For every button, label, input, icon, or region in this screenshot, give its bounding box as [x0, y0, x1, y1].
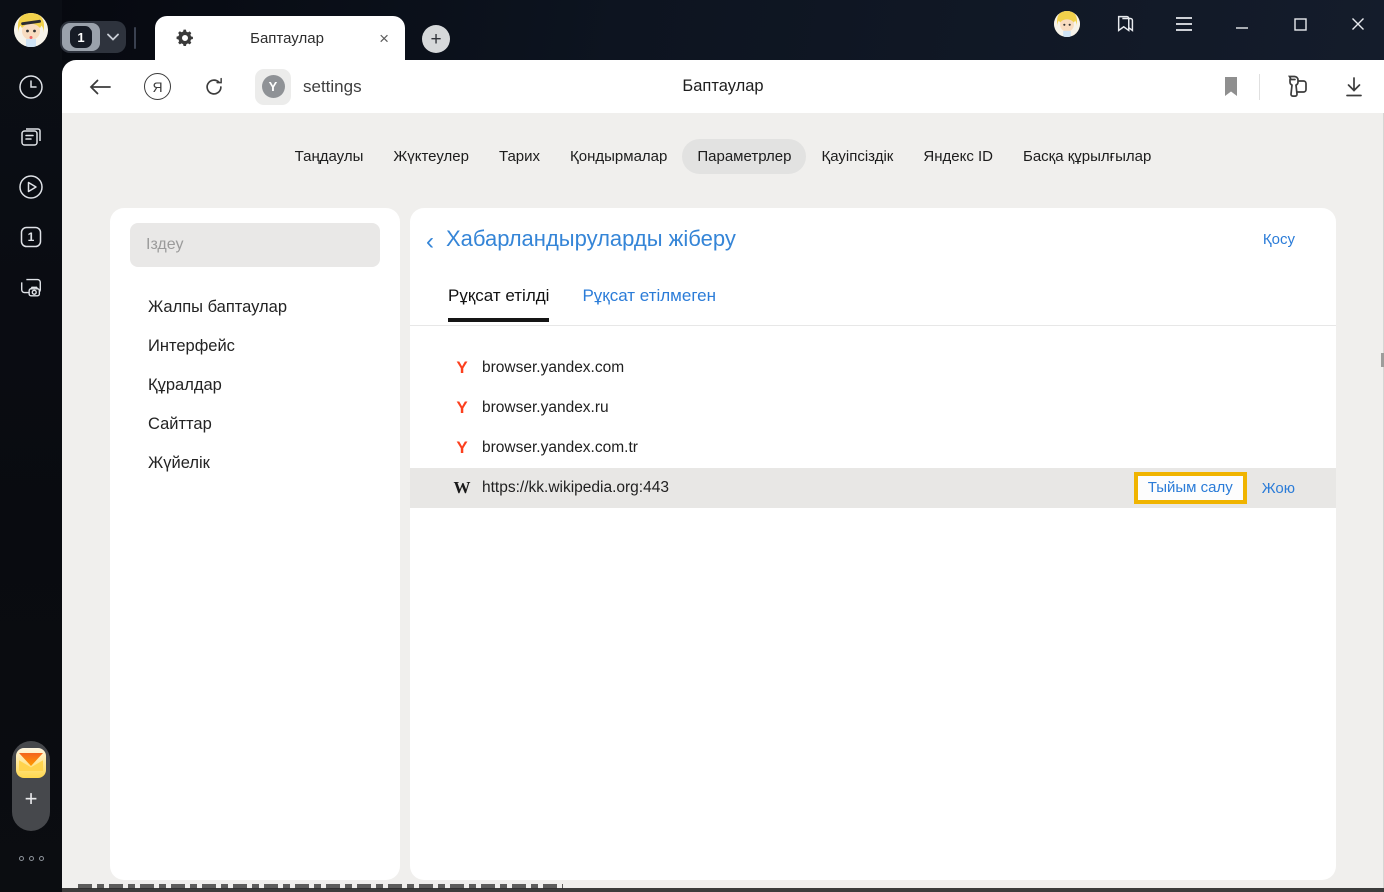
back-icon[interactable]: [88, 78, 112, 96]
notes-icon[interactable]: [18, 124, 44, 150]
background-content-sliver: [78, 884, 563, 889]
sidebar-item-interface[interactable]: Интерфейс: [110, 327, 400, 366]
yandex-favicon-icon: Y: [456, 398, 468, 417]
yandex-favicon-icon: Y: [456, 438, 468, 457]
toolbar-divider: [1259, 73, 1260, 100]
site-url: https://kk.wikipedia.org:443: [482, 479, 669, 496]
side-panel-apps: +: [12, 741, 50, 831]
highlight-box: Тыйым салу: [1133, 472, 1247, 504]
block-button[interactable]: Тыйым салу: [1148, 479, 1233, 496]
nav-tab-other-devices[interactable]: Басқа құрылғылар: [1008, 139, 1166, 174]
nav-tab-history[interactable]: Тарих: [484, 139, 555, 174]
collections-icon[interactable]: [1114, 12, 1138, 36]
sidebar-item-general[interactable]: Жалпы баптаулар: [110, 288, 400, 327]
delete-button[interactable]: Жою: [1262, 480, 1295, 497]
tab-title: Баптаулар: [250, 29, 324, 47]
new-tab-button[interactable]: +: [422, 25, 450, 53]
profile-avatar[interactable]: [14, 13, 48, 47]
address-text[interactable]: settings: [303, 77, 362, 97]
site-url: browser.yandex.ru: [482, 399, 609, 416]
more-dots-icon[interactable]: [0, 856, 62, 861]
sidebar-item-tools[interactable]: Құралдар: [110, 366, 400, 405]
table-row[interactable]: Y browser.yandex.com: [410, 348, 1336, 388]
wikipedia-favicon-icon: W: [453, 478, 471, 497]
minimize-button[interactable]: [1230, 12, 1254, 36]
tab-close-icon[interactable]: ×: [379, 30, 389, 47]
titlebar-avatar[interactable]: [1054, 11, 1080, 37]
settings-nav-tabs: Таңдаулы Жүктеулер Тарих Қондырмалар Пар…: [62, 139, 1384, 174]
site-url: browser.yandex.com: [482, 359, 625, 376]
nav-tab-security[interactable]: Қауіпсіздік: [806, 139, 908, 174]
yandex-mail-icon[interactable]: [16, 748, 46, 778]
tab-group-control[interactable]: 1: [60, 21, 126, 53]
nav-tab-settings[interactable]: Параметрлер: [682, 139, 807, 174]
notifications-settings-panel: ‹ Хабарландыруларды жіберу Қосу Рұқсат е…: [410, 208, 1336, 880]
tab-blocked[interactable]: Рұқсат етілмеген: [582, 286, 716, 322]
settings-page: Таңдаулы Жүктеулер Тарих Қондырмалар Пар…: [62, 113, 1384, 892]
site-url: browser.yandex.com.tr: [482, 439, 638, 456]
tab-group-count: 1: [77, 29, 85, 45]
refresh-icon[interactable]: [203, 76, 225, 98]
table-row-wikipedia[interactable]: W https://kk.wikipedia.org:443 Тыйым сал…: [410, 468, 1336, 508]
yandex-favicon-icon: Y: [456, 358, 468, 377]
add-panel-icon[interactable]: +: [25, 788, 38, 810]
section-title: Хабарландыруларды жіберу: [446, 226, 736, 251]
active-browser-tab[interactable]: Баптаулар ×: [155, 16, 405, 60]
chevron-down-icon[interactable]: [100, 33, 126, 41]
site-badge-icon[interactable]: Y: [255, 68, 291, 105]
yandex-logo-icon[interactable]: Я: [144, 73, 171, 100]
tab-allowed[interactable]: Рұқсат етілді: [448, 286, 550, 322]
back-chevron-icon[interactable]: ‹: [426, 227, 434, 257]
chrome-divider: [134, 27, 136, 49]
tabs-divider: [410, 325, 1336, 326]
allowed-sites-list: Y browser.yandex.com Y browser.yandex.ru…: [410, 348, 1336, 508]
download-icon[interactable]: [1344, 76, 1364, 98]
add-site-link[interactable]: Қосу: [1263, 231, 1295, 248]
browser-window: 1 Баптаулар × + Я Y settings Баптаулар Т…: [0, 0, 1384, 892]
nav-tab-favorites[interactable]: Таңдаулы: [280, 139, 379, 174]
search-input[interactable]: [130, 223, 380, 267]
address-toolbar: Я Y settings Баптаулар: [62, 60, 1384, 113]
maximize-button[interactable]: [1288, 12, 1312, 36]
history-icon[interactable]: [18, 74, 44, 100]
nav-tab-yandex-id[interactable]: Яндекс ID: [908, 139, 1008, 174]
close-button[interactable]: [1346, 12, 1370, 36]
settings-sidebar: Жалпы баптаулар Интерфейс Құралдар Сайтт…: [110, 208, 400, 880]
tab-group-count-badge: 1: [62, 23, 100, 51]
tabs-counter-icon[interactable]: 1: [18, 224, 44, 250]
sidebar-item-sites[interactable]: Сайттар: [110, 405, 400, 444]
menu-icon[interactable]: [1172, 12, 1196, 36]
player-icon[interactable]: [18, 174, 44, 200]
protect-passwords-icon[interactable]: [1280, 74, 1310, 100]
nav-tab-downloads[interactable]: Жүктеулер: [378, 139, 484, 174]
table-row[interactable]: Y browser.yandex.ru: [410, 388, 1336, 428]
sidebar-item-system[interactable]: Жүйелік: [110, 444, 400, 483]
table-row[interactable]: Y browser.yandex.com.tr: [410, 428, 1336, 468]
bookmark-icon[interactable]: [1223, 76, 1239, 97]
tab-gear-icon: [175, 28, 195, 48]
nav-tab-extensions[interactable]: Қондырмалар: [555, 139, 682, 174]
screenshot-icon[interactable]: [18, 274, 44, 300]
